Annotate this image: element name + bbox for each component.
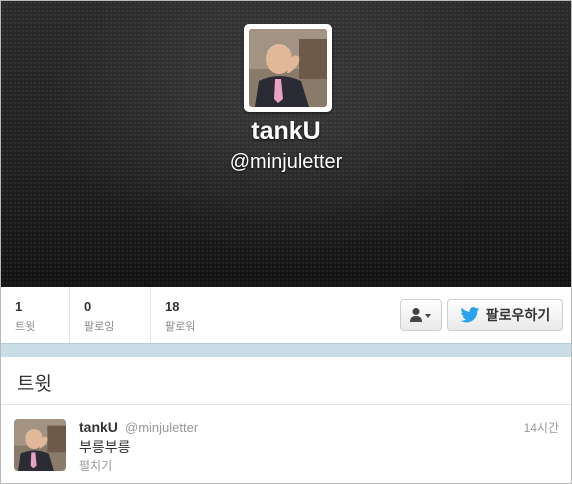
- profile-avatar[interactable]: [244, 24, 332, 112]
- stat-tweets-count: 1: [15, 299, 23, 314]
- tweet-author-name[interactable]: tankU: [79, 419, 118, 435]
- profile-widget: tankU @minjuletter 1 트윗 0 팔로잉 18 팔로워 팔로우…: [0, 0, 572, 484]
- profile-screen-name[interactable]: @minjuletter: [1, 151, 571, 174]
- stat-tweets[interactable]: 1 트윗: [1, 287, 69, 343]
- stat-tweets-label: 트윗: [15, 321, 36, 333]
- stat-following-label: 팔로잉: [84, 321, 115, 333]
- profile-stats-bar: 1 트윗 0 팔로잉 18 팔로워 팔로우하기: [1, 287, 571, 343]
- section-divider-band: [1, 343, 571, 357]
- tweet-author-handle[interactable]: @minjuletter: [125, 420, 198, 435]
- profile-header: tankU @minjuletter: [1, 1, 571, 287]
- user-actions-dropdown-button[interactable]: [400, 299, 442, 331]
- follow-button-label: 팔로우하기: [485, 307, 551, 323]
- tweets-card: 트윗 tankU @minjuletter 14시간 부릉부릉 펼치기: [1, 357, 571, 483]
- profile-display-name[interactable]: tankU: [1, 117, 571, 146]
- tweet-avatar[interactable]: [14, 419, 66, 471]
- user-dropdown-icon: [410, 308, 431, 322]
- stat-followers-count: 18: [165, 299, 180, 314]
- profile-photo-image: [14, 419, 66, 471]
- stat-following-count: 0: [84, 299, 92, 314]
- tweet-timestamp[interactable]: 14시간: [524, 419, 559, 436]
- tweets-heading: 트윗: [17, 374, 52, 395]
- tweet-expand-link[interactable]: 펼치기: [79, 457, 112, 474]
- twitter-bird-icon: [460, 307, 480, 323]
- follow-button[interactable]: 팔로우하기: [447, 299, 563, 331]
- stat-followers-label: 팔로워: [165, 321, 196, 333]
- stat-following[interactable]: 0 팔로잉: [70, 287, 150, 343]
- stat-followers[interactable]: 18 팔로워: [151, 287, 241, 343]
- tweet-text: 부릉부릉: [79, 439, 131, 455]
- profile-photo-image: [249, 29, 327, 107]
- tweet-item[interactable]: tankU @minjuletter 14시간 부릉부릉 펼치기: [1, 405, 571, 483]
